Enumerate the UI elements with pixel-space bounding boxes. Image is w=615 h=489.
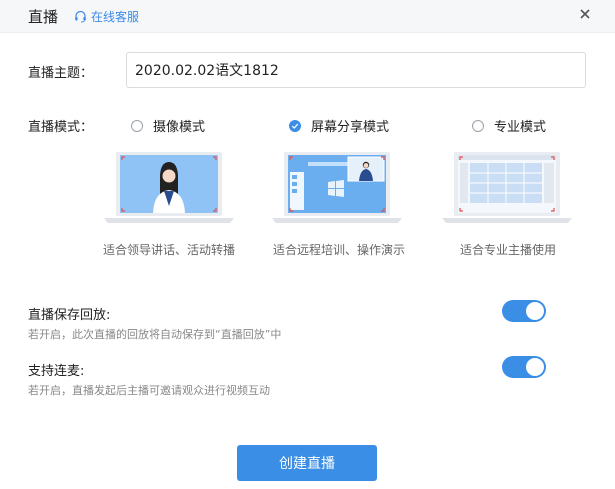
mode-option-label: 专业模式 (494, 120, 547, 135)
toggle-knob (526, 358, 544, 376)
headset-icon (75, 10, 86, 23)
customer-service-link[interactable]: 在线客服 (74, 8, 139, 25)
save-replay-toggle[interactable] (502, 300, 546, 322)
camera-mode-caption: 适合领导讲话、活动转播 (102, 243, 235, 257)
co-host-desc: 若开启，直播发起后主播可邀请观众进行视频互动 (28, 384, 270, 397)
topic-input[interactable] (126, 52, 586, 88)
co-host-title: 支持连麦: (28, 364, 85, 379)
mode-option-camera[interactable]: 摄像模式 (131, 116, 205, 135)
co-host-toggle[interactable] (502, 356, 546, 378)
mode-option-label: 屏幕分享模式 (311, 120, 390, 135)
professional-mode-illustration[interactable] (442, 148, 572, 224)
mode-option-label: 摄像模式 (153, 120, 206, 135)
toggle-knob (526, 302, 544, 320)
dialog-header: 直播 在线客服 (0, 0, 615, 33)
customer-service-label: 在线客服 (91, 10, 140, 24)
screen-share-mode-illustration[interactable] (272, 148, 402, 224)
save-replay-title: 直播保存回放: (28, 308, 111, 323)
screen-share-mode-caption: 适合远程培训、操作演示 (272, 243, 405, 257)
camera-mode-illustration[interactable] (104, 148, 234, 224)
mode-option-screen-share[interactable]: 屏幕分享模式 (289, 116, 389, 135)
save-replay-desc: 若开启，此次直播的回放将自动保存到“直播回放”中 (28, 328, 282, 341)
mode-label: 直播模式： (28, 120, 94, 135)
close-icon[interactable] (577, 6, 593, 22)
radio-unchecked-icon[interactable] (472, 119, 484, 132)
create-live-button[interactable]: 创建直播 (237, 445, 377, 481)
mode-option-professional[interactable]: 专业模式 (472, 116, 546, 135)
radio-checked-icon[interactable] (289, 119, 301, 132)
dialog-title: 直播 (28, 8, 59, 26)
radio-unchecked-icon[interactable] (131, 119, 143, 132)
topic-label: 直播主题： (28, 66, 94, 81)
professional-mode-caption: 适合专业主播使用 (459, 243, 556, 257)
